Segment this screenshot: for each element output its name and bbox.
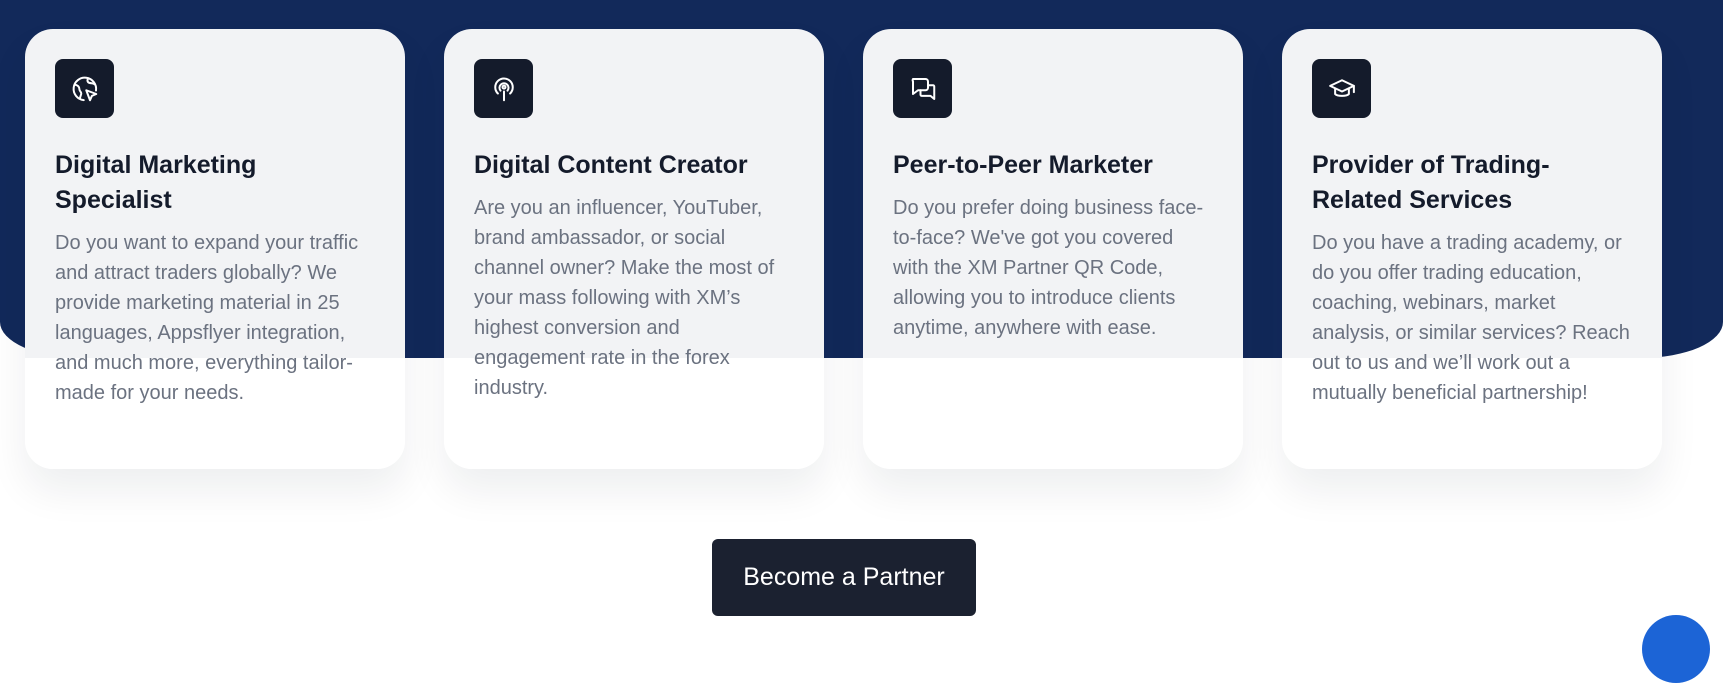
broadcast-icon bbox=[474, 59, 533, 118]
partner-types-cards: Digital Marketing Specialist Do you want… bbox=[25, 29, 1662, 469]
graduation-cap-icon bbox=[1312, 59, 1371, 118]
globe-cursor-icon bbox=[55, 59, 114, 118]
chat-widget-button[interactable] bbox=[1642, 615, 1710, 683]
card-title: Provider of Trading-Related Services bbox=[1312, 151, 1550, 214]
card-peer-to-peer-marketer: Peer-to-Peer Marketer Do you prefer doin… bbox=[863, 29, 1243, 469]
card-title: Digital Marketing Specialist bbox=[55, 151, 257, 214]
card-description: Are you an influencer, YouTuber, brand a… bbox=[474, 197, 775, 399]
card-description: Do you have a trading academy, or do you… bbox=[1312, 232, 1630, 404]
chat-bubbles-icon bbox=[893, 59, 952, 118]
card-title: Peer-to-Peer Marketer bbox=[893, 151, 1153, 179]
card-title: Digital Content Creator bbox=[474, 151, 748, 179]
card-description: Do you prefer doing business face-to-fac… bbox=[893, 197, 1204, 339]
become-a-partner-button[interactable]: Become a Partner bbox=[712, 539, 976, 616]
card-provider-of-trading-related-services: Provider of Trading-Related Services Do … bbox=[1282, 29, 1662, 469]
card-digital-content-creator: Digital Content Creator Are you an influ… bbox=[444, 29, 824, 469]
card-description: Do you want to expand your traffic and a… bbox=[55, 232, 359, 404]
card-digital-marketing-specialist: Digital Marketing Specialist Do you want… bbox=[25, 29, 405, 469]
